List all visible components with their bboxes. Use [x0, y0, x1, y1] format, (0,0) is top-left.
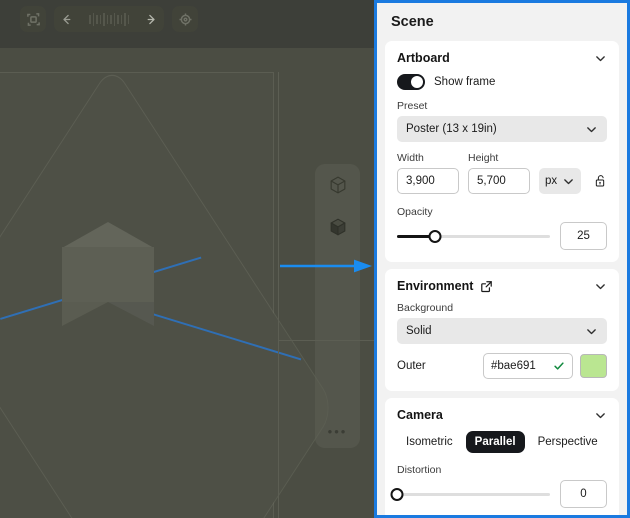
panel-header: Scene: [377, 3, 627, 41]
annotation-arrow: [280, 259, 372, 273]
units-select[interactable]: px: [539, 168, 581, 194]
preset-label: Preset: [397, 100, 428, 112]
solid-cube-icon: [330, 218, 345, 236]
artboard-section: Artboard Show frame Preset Poster (13 x …: [385, 41, 619, 262]
distortion-input[interactable]: 0: [560, 480, 607, 508]
outer-hex-input[interactable]: #bae691: [483, 353, 573, 379]
external-link-icon[interactable]: [480, 280, 493, 293]
settings-button[interactable]: [172, 6, 198, 32]
chevron-down-icon[interactable]: [594, 52, 607, 65]
opacity-group: Opacity 25: [397, 206, 607, 250]
projection-option-perspective[interactable]: Perspective: [529, 431, 607, 453]
arrow-left-icon[interactable]: [60, 13, 73, 26]
show-frame-row[interactable]: Show frame: [397, 74, 607, 90]
page-title: Scene: [391, 14, 434, 30]
frame-guide-vertical: [278, 72, 279, 518]
projection-segmented-control: Isometric Parallel Perspective: [397, 431, 607, 453]
distortion-track: [397, 492, 550, 496]
background-group: Background Solid: [397, 302, 607, 344]
background-value: Solid: [406, 325, 432, 337]
projection-option-isometric[interactable]: Isometric: [397, 431, 462, 453]
distortion-value: 0: [580, 488, 587, 500]
outer-color-controls: #bae691: [483, 353, 607, 379]
cube-top-face: [62, 222, 154, 248]
camera-section-title: Camera: [397, 408, 443, 422]
chevron-down-icon[interactable]: [594, 409, 607, 422]
distortion-row: 0: [390, 480, 607, 508]
check-icon: [554, 362, 564, 370]
distortion-group: Distortion 0: [390, 464, 607, 508]
opacity-thumb[interactable]: [428, 229, 442, 243]
width-label: Width: [397, 152, 424, 164]
artboard-section-header[interactable]: Artboard: [397, 51, 607, 65]
camera-section: Camera Isometric Parallel Perspective Di…: [385, 398, 619, 515]
environment-section-title: Environment: [397, 279, 474, 293]
frame-scrubber[interactable]: [54, 6, 164, 32]
distortion-slider[interactable]: [390, 487, 550, 501]
frame-select-button[interactable]: [20, 6, 46, 32]
gear-icon: [179, 13, 191, 25]
background-label: Background: [397, 302, 454, 314]
outer-hex-value: #bae691: [491, 360, 536, 372]
frame-select-icon: [26, 12, 40, 26]
viewport-canvas[interactable]: •••: [0, 0, 380, 518]
chevron-down-icon[interactable]: [594, 280, 607, 293]
camera-section-header[interactable]: Camera: [397, 408, 607, 422]
dimensions-group: Width 3,900 Height 5,700 px: [397, 152, 607, 194]
background-select[interactable]: Solid: [397, 318, 607, 344]
arrow-right-icon[interactable]: [145, 13, 158, 26]
panel-body: Artboard Show frame Preset Poster (13 x …: [377, 41, 627, 515]
height-label: Height: [468, 152, 499, 164]
outer-color-swatch[interactable]: [580, 354, 607, 378]
width-input[interactable]: 3,900: [397, 168, 459, 194]
solid-cube-button[interactable]: [315, 206, 360, 248]
more-options-button[interactable]: •••: [315, 425, 360, 438]
show-frame-toggle[interactable]: [397, 74, 425, 90]
opacity-input[interactable]: 25: [560, 222, 607, 250]
chevron-down-icon: [587, 126, 596, 132]
scrubber-ticks: [89, 12, 129, 26]
object-tool-strip[interactable]: •••: [315, 164, 360, 448]
scene-panel: Scene Artboard Show frame Preset Poster …: [374, 0, 630, 518]
environment-section-header[interactable]: Environment: [397, 279, 607, 293]
width-value: 3,900: [406, 175, 435, 187]
opacity-label: Opacity: [397, 206, 433, 218]
opacity-value: 25: [577, 230, 590, 242]
distortion-label: Distortion: [397, 464, 442, 476]
units-value: px: [545, 175, 558, 187]
cube-bottom-faces: [62, 302, 154, 326]
environment-section: Environment Background Solid Outer #bae6…: [385, 269, 619, 391]
show-frame-label: Show frame: [434, 76, 496, 88]
width-group: Width 3,900: [397, 152, 459, 194]
chevron-down-icon: [587, 328, 596, 334]
unlock-icon[interactable]: [594, 171, 607, 191]
height-input[interactable]: 5,700: [468, 168, 530, 194]
wireframe-cube-button[interactable]: [315, 164, 360, 206]
outer-color-row: Outer #bae691: [397, 353, 607, 379]
outer-color-label: Outer: [397, 360, 426, 372]
cube-object[interactable]: [62, 222, 154, 326]
opacity-slider[interactable]: [397, 229, 550, 243]
preset-value: Poster (13 x 19in): [406, 123, 497, 135]
environment-title-group: Environment: [397, 279, 493, 293]
height-group: Height 5,700: [468, 152, 530, 194]
wireframe-cube-icon: [330, 176, 345, 194]
app-root: ••• Scene Artboard Show frame Preset Pos…: [0, 0, 630, 518]
chevron-down-icon: [563, 178, 573, 184]
opacity-row: 25: [397, 222, 607, 250]
distortion-thumb[interactable]: [390, 487, 404, 501]
height-value: 5,700: [477, 175, 506, 187]
projection-option-parallel[interactable]: Parallel: [465, 431, 525, 453]
preset-select[interactable]: Poster (13 x 19in): [397, 116, 607, 142]
cube-side-faces: [62, 247, 154, 302]
artboard-section-title: Artboard: [397, 51, 450, 65]
preset-group: Preset Poster (13 x 19in): [397, 100, 607, 142]
